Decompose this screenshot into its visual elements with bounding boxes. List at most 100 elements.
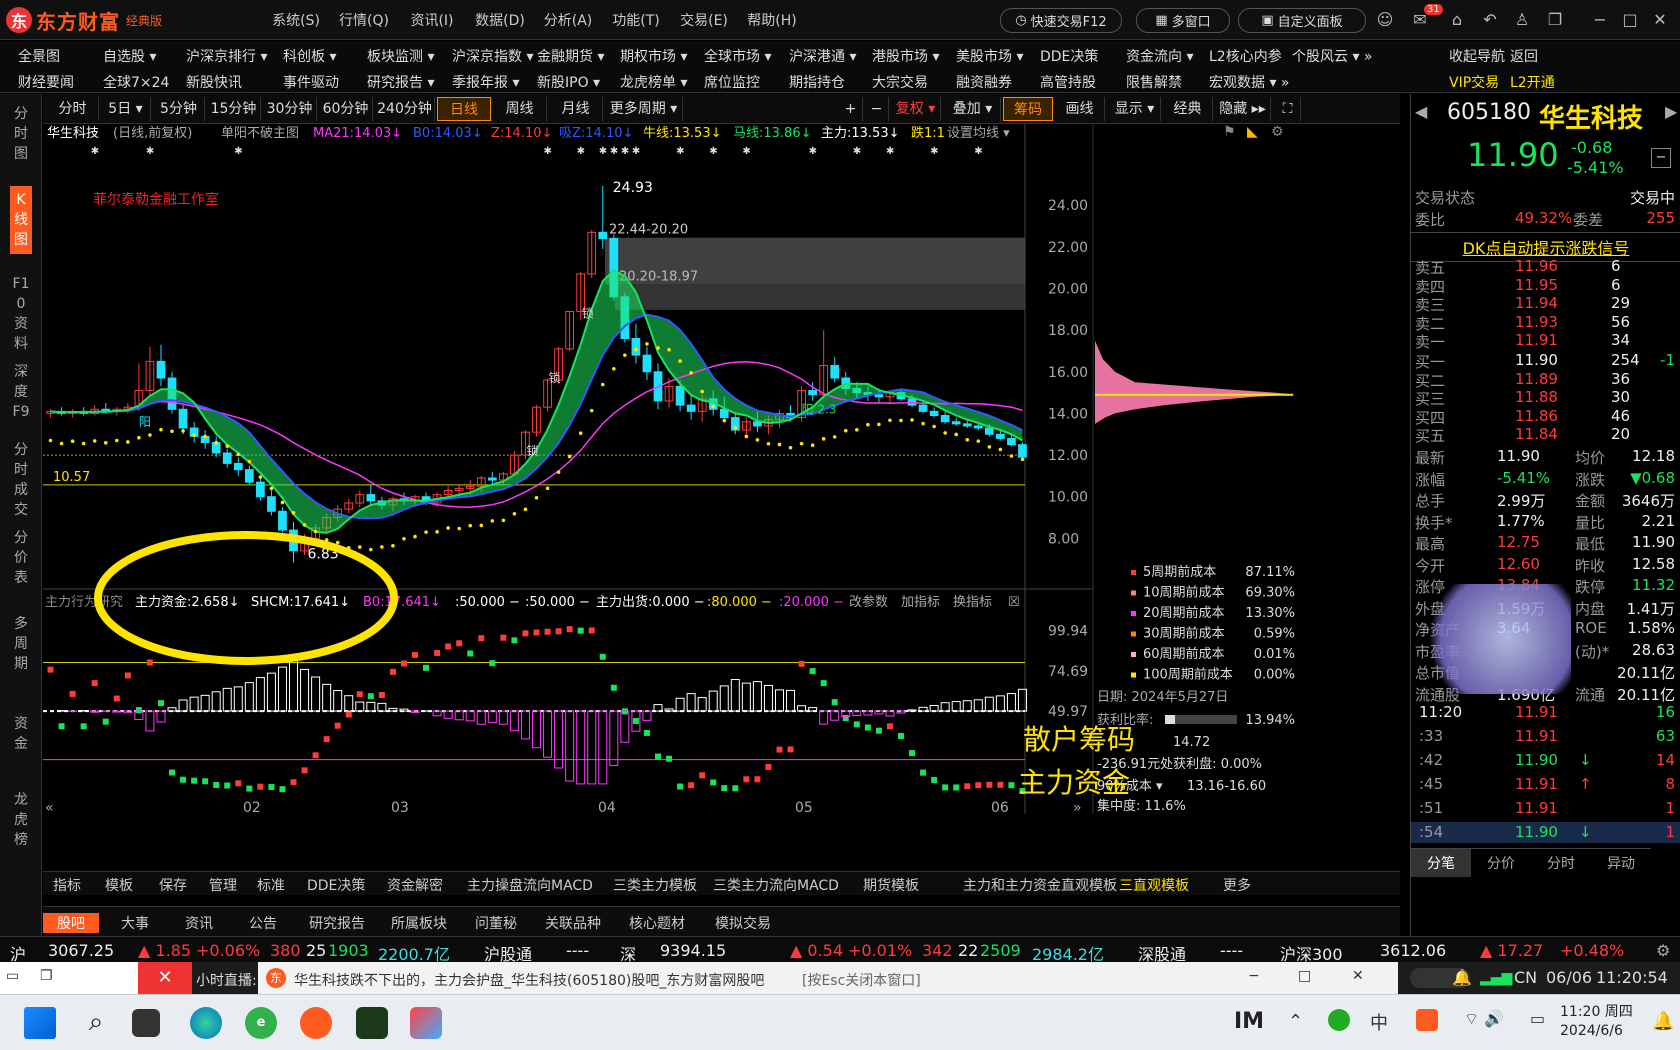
multi-window-button[interactable]: ▦ 多窗口 [1136, 8, 1230, 33]
chart-tool-7[interactable]: 经典 [1163, 97, 1213, 121]
sub-swap[interactable]: 换指标 [953, 595, 992, 610]
menu-item-2[interactable]: 资讯(I) [398, 10, 466, 30]
user-icon[interactable]: ☺ [1375, 10, 1395, 30]
close-red-button[interactable]: ✕ [138, 962, 192, 994]
nav2-item-3[interactable]: 事件驱动 [283, 72, 339, 92]
nav2-item-15[interactable]: VIP交易 [1449, 72, 1499, 92]
period-5[interactable]: 60分钟 [319, 97, 373, 121]
fullscreen-icon[interactable]: ⛶ [1275, 97, 1301, 121]
mini-window[interactable]: ▭ ❐ [0, 962, 138, 994]
nav1-item-9[interactable]: 沪深港通 ▾ [789, 46, 856, 66]
nav1-item-1[interactable]: 自选股 ▾ [103, 46, 156, 66]
marker-icon[interactable]: ◣ [1247, 124, 1258, 140]
chart-tool-5[interactable]: 画线 [1055, 97, 1105, 121]
wifi-icon[interactable]: ⌔ 🔊 [1464, 1009, 1504, 1029]
template-tab-5[interactable]: DDE决策 [307, 875, 365, 895]
nav1-item-13[interactable]: 资金流向 ▾ [1126, 46, 1193, 66]
template-tab-7[interactable]: 主力操盘流向MACD [467, 875, 593, 895]
chart-tool-0[interactable]: + [839, 97, 863, 121]
scroll-left-icon[interactable]: « [45, 800, 54, 816]
nav1-item-12[interactable]: DDE决策 [1040, 46, 1098, 66]
chart-tool-4[interactable]: 筹码 [1003, 97, 1053, 121]
restore-small-icon[interactable]: ❐ [40, 968, 53, 984]
news-tab-5[interactable]: 所属板块 [391, 913, 447, 933]
quote-tab-2[interactable]: 分时 [1531, 848, 1591, 877]
period-10[interactable]: 更多周期 ▾ [605, 97, 683, 121]
news-tab-0[interactable]: 股吧 [43, 913, 99, 933]
template-tab-8[interactable]: 三类主力模板 [613, 875, 697, 895]
left-tab-8[interactable]: 龙虎榜 [10, 790, 32, 850]
template-tab-12[interactable]: 三直观模板 [1119, 875, 1189, 895]
template-tab-6[interactable]: 资金解密 [387, 875, 443, 895]
bell-icon[interactable]: 🔔 [1452, 968, 1472, 987]
period-0[interactable]: 分时 [47, 97, 99, 121]
template-tab-1[interactable]: 模板 [105, 875, 133, 895]
left-tab-1[interactable]: K线图 [10, 186, 32, 254]
back-icon[interactable]: ↶ [1480, 10, 1500, 30]
edge-icon[interactable] [190, 1007, 222, 1039]
shirt-icon[interactable]: ♙ [1512, 10, 1532, 30]
chart-app-icon[interactable] [356, 1007, 388, 1039]
period-6[interactable]: 240分钟 [375, 97, 435, 121]
nav1-item-10[interactable]: 港股市场 ▾ [872, 46, 939, 66]
period-7[interactable]: 日线 [437, 97, 491, 121]
news-tab-7[interactable]: 关联品种 [545, 913, 601, 933]
search-icon[interactable]: ⌕ [80, 1007, 112, 1039]
period-8[interactable]: 周线 [493, 97, 547, 121]
nav2-item-14[interactable]: 宏观数据 ▾ » [1209, 72, 1290, 92]
nav1-item-7[interactable]: 期权市场 ▾ [620, 46, 687, 66]
chart-settings-icon[interactable]: ⚙ [1271, 124, 1284, 140]
nav1-item-2[interactable]: 沪深京排行 ▾ [186, 46, 267, 66]
nav2-item-1[interactable]: 全球7×24 [103, 72, 169, 92]
template-tab-9[interactable]: 三类主力流向MACD [713, 875, 839, 895]
nav1-item-11[interactable]: 美股市场 ▾ [956, 46, 1023, 66]
news-tab-2[interactable]: 资讯 [185, 913, 213, 933]
menu-item-7[interactable]: 帮助(H) [738, 10, 806, 30]
ai-icon[interactable]: IM [1234, 1009, 1264, 1034]
news-tab-9[interactable]: 模拟交易 [715, 913, 771, 933]
battery-icon[interactable]: ▭ [1530, 1009, 1545, 1028]
minimize-icon[interactable]: − [1590, 10, 1610, 30]
collapse-button[interactable]: − [1651, 148, 1671, 168]
browser-tab[interactable]: 东 华生科技跌不下出的，主力会护盘_华生科技(605180)股吧_东方财富网股吧… [258, 962, 1398, 994]
nav1-item-15[interactable]: 个股风云 ▾ » [1292, 46, 1373, 66]
nav1-item-6[interactable]: 金融期货 ▾ [537, 46, 604, 66]
quote-tab-1[interactable]: 分价 [1471, 848, 1531, 877]
ime-indicator[interactable]: 中 [1370, 1009, 1388, 1035]
template-tab-11[interactable]: 主力和主力资金直观模板 [963, 875, 1117, 895]
chart-tool-3[interactable]: 叠加 ▾ [945, 97, 1001, 121]
maximize-icon[interactable]: □ [1620, 10, 1640, 30]
snip-tool-icon[interactable] [410, 1007, 442, 1039]
period-3[interactable]: 15分钟 [207, 97, 261, 121]
news-tab-1[interactable]: 大事 [121, 913, 149, 933]
news-tab-8[interactable]: 核心题材 [629, 913, 685, 933]
ie-icon[interactable]: e [245, 1007, 277, 1039]
menu-item-6[interactable]: 交易(E) [670, 10, 738, 30]
notification-icon[interactable]: 🔔 [1652, 1011, 1674, 1032]
template-tab-10[interactable]: 期货模板 [863, 875, 919, 895]
quote-tab-3[interactable]: 异动 [1591, 848, 1651, 877]
close-icon[interactable]: ✕ [1650, 10, 1670, 30]
left-tab-0[interactable]: 分时图 [10, 104, 32, 164]
nav2-item-0[interactable]: 财经要闻 [18, 72, 74, 92]
sub-close-icon[interactable]: ☒ [1008, 595, 1020, 610]
left-tab-6[interactable]: 多周期 [10, 614, 32, 674]
nav1-item-8[interactable]: 全球市场 ▾ [704, 46, 771, 66]
chart-tool-6[interactable]: 显示 ▾ [1109, 97, 1161, 121]
scroll-right-icon[interactable]: » [1073, 800, 1082, 816]
sub-params[interactable]: 改参数 [849, 594, 888, 610]
next-stock-icon[interactable]: ▶ [1665, 102, 1677, 121]
period-9[interactable]: 月线 [549, 97, 603, 121]
sub-add[interactable]: 加指标 [901, 595, 940, 610]
left-tab-2[interactable]: F10资料 [10, 274, 32, 354]
template-tab-0[interactable]: 指标 [53, 875, 81, 895]
nav1-item-3[interactable]: 科创板 ▾ [283, 46, 336, 66]
nav1-item-0[interactable]: 全景图 [18, 46, 60, 66]
custom-panel-button[interactable]: ▣ 自定义面板 [1238, 8, 1366, 33]
tray-app-icon[interactable] [1328, 1009, 1350, 1031]
menu-item-5[interactable]: 功能(T) [602, 10, 670, 30]
nav2-item-11[interactable]: 融资融券 [956, 72, 1012, 92]
tab-close-icon[interactable]: ✕ [1352, 968, 1364, 984]
windows-start-icon[interactable] [24, 1007, 56, 1039]
menu-item-0[interactable]: 系统(S) [262, 10, 330, 30]
